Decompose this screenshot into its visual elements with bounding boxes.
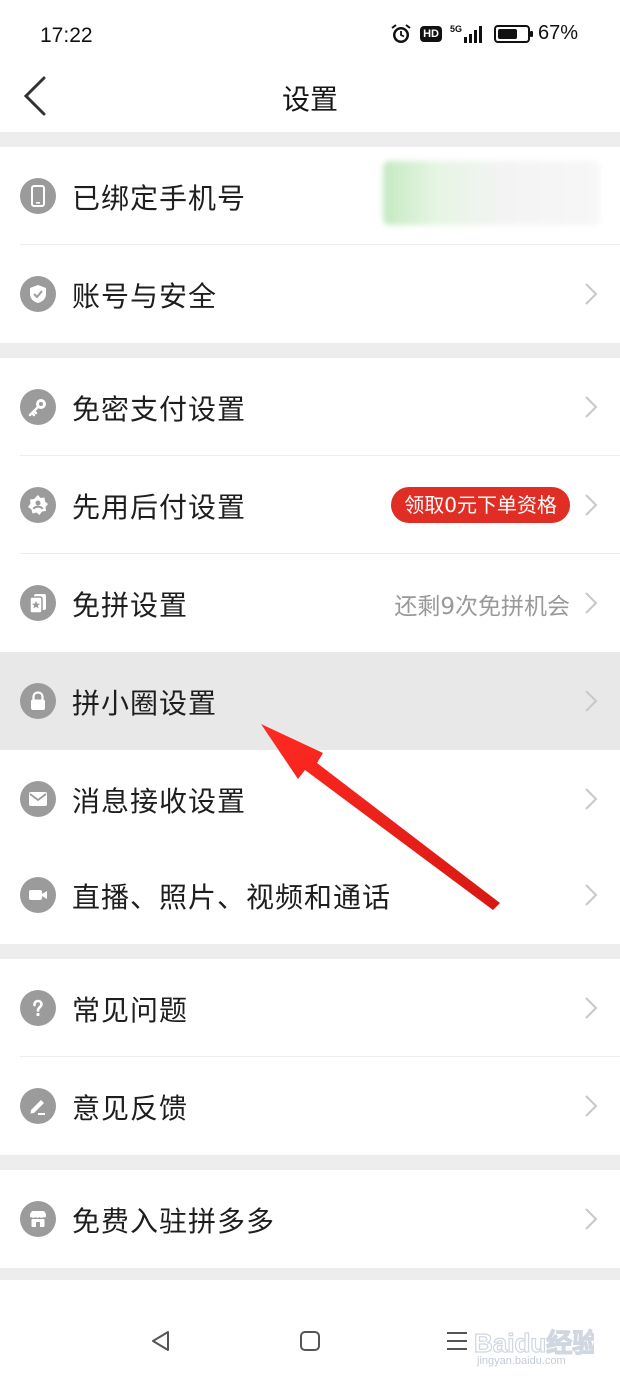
settings-row-pay-later[interactable]: 先用后付设置 领取0元下单资格 (0, 456, 620, 554)
question-icon (20, 990, 56, 1026)
watermark-brand: Baidu经验 (474, 1328, 594, 1358)
settings-row-password-free-payment[interactable]: 免密支付设置 (0, 358, 620, 456)
chevron-right-icon (585, 1095, 598, 1117)
hd-badge: HD (420, 25, 442, 42)
alarm-icon (391, 23, 411, 43)
chevron-right-icon (585, 592, 598, 614)
watermark-url: jingyan.baidu.com (477, 1355, 566, 1367)
chevron-right-icon (585, 884, 598, 906)
row-label: 常见问题 (72, 994, 189, 1027)
network-type: 5G (450, 24, 462, 34)
row-label: 免费入驻拼多多 (72, 1205, 276, 1238)
settings-row-group-free[interactable]: 免拼设置 还剩9次免拼机会 (0, 554, 620, 652)
phone-icon (20, 178, 56, 214)
chevron-right-icon (585, 283, 598, 305)
chevron-right-icon (585, 494, 598, 516)
row-label: 消息接收设置 (72, 785, 247, 818)
shield-icon (20, 276, 56, 312)
row-label: 意见反馈 (72, 1092, 189, 1125)
row-label: 免密支付设置 (72, 393, 247, 426)
phone-number-redacted (383, 161, 600, 225)
pen-icon (20, 1088, 56, 1124)
chevron-right-icon (585, 396, 598, 418)
row-label: 免拼设置 (72, 589, 189, 622)
chevron-right-icon (585, 788, 598, 810)
store-icon (20, 1201, 56, 1237)
promo-badge[interactable]: 领取0元下单资格 (391, 487, 570, 523)
section-divider (0, 1155, 620, 1170)
row-label: 已绑定手机号 (72, 182, 247, 215)
nav-menu-button[interactable] (444, 1328, 470, 1354)
row-label: 账号与安全 (72, 280, 218, 313)
card-icon (20, 585, 56, 621)
key-icon (20, 389, 56, 425)
chevron-right-icon (585, 1208, 598, 1230)
settings-row-bound-phone[interactable]: 已绑定手机号 (0, 147, 620, 245)
lock-icon (20, 683, 56, 719)
status-time: 17:22 (40, 24, 93, 47)
section-divider (0, 1268, 620, 1280)
annotation-arrow (261, 724, 500, 910)
battery-percent: 67% (537, 22, 578, 44)
mail-icon (20, 781, 56, 817)
nav-home-button[interactable] (297, 1328, 323, 1354)
chevron-right-icon (585, 690, 598, 712)
chevron-right-icon (585, 997, 598, 1019)
section-divider (0, 132, 620, 147)
video-icon (20, 877, 56, 913)
page-title: 设置 (281, 83, 338, 116)
nav-bar: 设置 (0, 60, 620, 132)
status-indicators: HD 5G 67% (390, 22, 578, 45)
section-divider (0, 944, 620, 959)
row-label: 拼小圈设置 (72, 687, 218, 720)
remaining-count-text: 还剩9次免拼机会 (394, 594, 570, 620)
nav-back-button[interactable] (148, 1328, 174, 1354)
battery-icon (493, 24, 533, 43)
settings-row-account-security[interactable]: 账号与安全 (0, 245, 620, 343)
signal-icon: 5G (450, 24, 482, 43)
gear-badge-icon (20, 487, 56, 523)
settings-row-feedback[interactable]: 意见反馈 (0, 1057, 620, 1155)
settings-row-faq[interactable]: 常见问题 (0, 959, 620, 1057)
section-divider (0, 343, 620, 358)
battery-level (497, 28, 517, 39)
row-label: 先用后付设置 (72, 491, 247, 524)
settings-row-merchant-join[interactable]: 免费入驻拼多多 (0, 1170, 620, 1268)
